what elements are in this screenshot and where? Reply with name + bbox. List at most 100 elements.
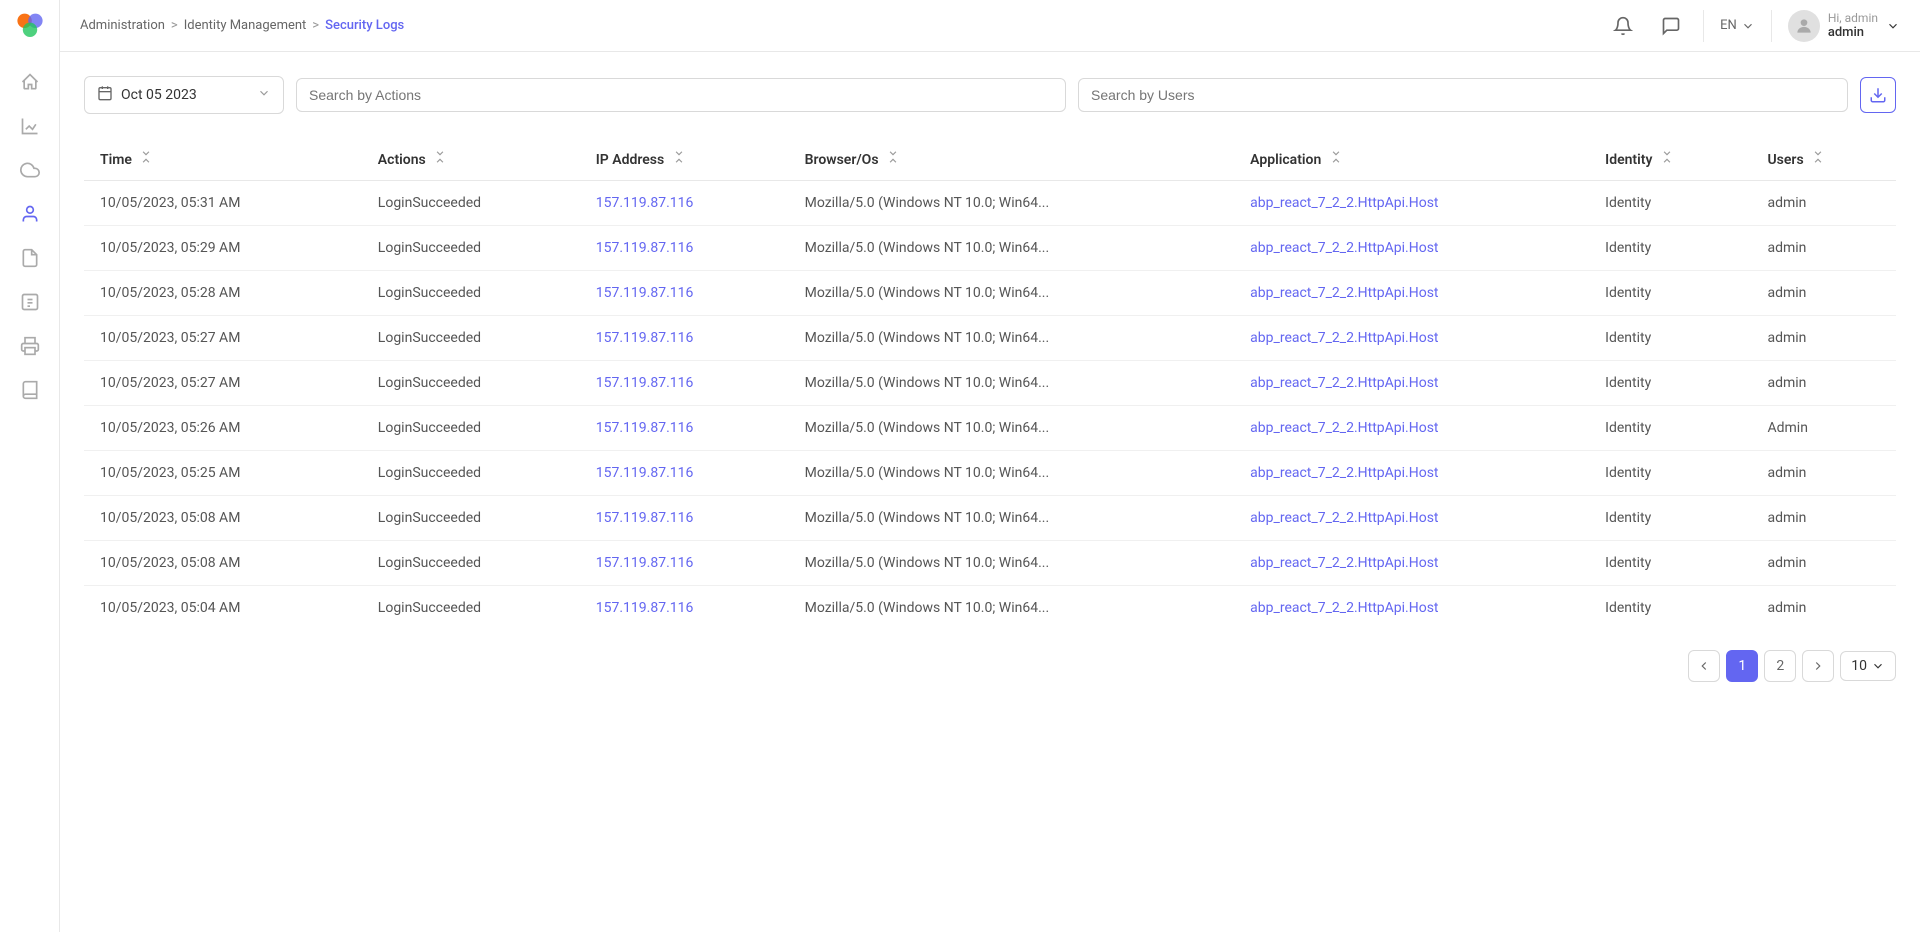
col-header-application[interactable]: Application [1234,138,1589,181]
language-selector[interactable]: EN [1703,10,1772,42]
cell-ip[interactable]: 157.119.87.116 [580,586,789,631]
col-header-identity[interactable]: Identity [1589,138,1751,181]
download-button[interactable] [1860,77,1896,113]
table-row: 10/05/2023, 05:28 AM LoginSucceeded 157.… [84,271,1896,316]
cell-ip[interactable]: 157.119.87.116 [580,451,789,496]
col-header-users[interactable]: Users [1751,138,1896,181]
cell-browser: Mozilla/5.0 (Windows NT 10.0; Win64... [789,361,1235,406]
calendar-icon [97,85,113,105]
table-row: 10/05/2023, 05:08 AM LoginSucceeded 157.… [84,496,1896,541]
date-picker[interactable]: Oct 05 2023 [84,76,284,114]
col-header-time[interactable]: Time [84,138,362,181]
col-header-browser[interactable]: Browser/Os [789,138,1235,181]
cell-application[interactable]: abp_react_7_2_2.HttpApi.Host [1234,541,1589,586]
cell-application[interactable]: abp_react_7_2_2.HttpApi.Host [1234,496,1589,541]
message-icon[interactable] [1655,10,1687,42]
cell-users: admin [1751,181,1896,226]
pagination: 1 2 10 [84,630,1896,682]
cell-application[interactable]: abp_react_7_2_2.HttpApi.Host [1234,226,1589,271]
sort-actions-icon [433,150,447,164]
breadcrumb-security-logs: Security Logs [325,18,404,33]
breadcrumb-sep-1: > [171,18,178,33]
cell-users: admin [1751,316,1896,361]
sidebar-item-book[interactable] [12,372,48,408]
cell-browser: Mozilla/5.0 (Windows NT 10.0; Win64... [789,226,1235,271]
cell-ip[interactable]: 157.119.87.116 [580,226,789,271]
cell-browser: Mozilla/5.0 (Windows NT 10.0; Win64... [789,271,1235,316]
sort-browser-icon [886,150,900,164]
pagination-page-1[interactable]: 1 [1726,650,1758,682]
cell-application[interactable]: abp_react_7_2_2.HttpApi.Host [1234,361,1589,406]
sidebar-item-printer[interactable] [12,328,48,364]
cell-actions: LoginSucceeded [362,541,580,586]
sidebar-item-analytics[interactable] [12,108,48,144]
topbar: Administration > Identity Management > S… [60,0,1920,52]
cell-ip[interactable]: 157.119.87.116 [580,181,789,226]
cell-application[interactable]: abp_react_7_2_2.HttpApi.Host [1234,406,1589,451]
sidebar [0,0,60,932]
cell-users: admin [1751,496,1896,541]
col-header-actions[interactable]: Actions [362,138,580,181]
cell-application[interactable]: abp_react_7_2_2.HttpApi.Host [1234,181,1589,226]
pagination-prev-button[interactable] [1688,650,1720,682]
pagination-next-button[interactable] [1802,650,1834,682]
breadcrumb-identity-management[interactable]: Identity Management [184,18,307,33]
cell-identity: Identity [1589,496,1751,541]
cell-identity: Identity [1589,361,1751,406]
cell-ip[interactable]: 157.119.87.116 [580,406,789,451]
user-menu[interactable]: Hi, admin admin [1788,10,1900,42]
notification-icon[interactable] [1607,10,1639,42]
cell-actions: LoginSucceeded [362,586,580,631]
cell-ip[interactable]: 157.119.87.116 [580,271,789,316]
sidebar-item-user[interactable] [12,196,48,232]
search-actions-input[interactable] [296,78,1066,112]
table-row: 10/05/2023, 05:26 AM LoginSucceeded 157.… [84,406,1896,451]
user-greeting: Hi, admin [1828,11,1878,25]
cell-application[interactable]: abp_react_7_2_2.HttpApi.Host [1234,316,1589,361]
cell-ip[interactable]: 157.119.87.116 [580,496,789,541]
cell-actions: LoginSucceeded [362,316,580,361]
cell-actions: LoginSucceeded [362,496,580,541]
pagination-page-2[interactable]: 2 [1764,650,1796,682]
cell-users: Admin [1751,406,1896,451]
cell-identity: Identity [1589,316,1751,361]
sort-time-icon [139,150,153,164]
cell-application[interactable]: abp_react_7_2_2.HttpApi.Host [1234,451,1589,496]
user-text: Hi, admin admin [1828,11,1878,40]
breadcrumb-administration[interactable]: Administration [80,18,165,33]
col-header-ip[interactable]: IP Address [580,138,789,181]
chevron-down-icon [1741,19,1755,33]
cell-ip[interactable]: 157.119.87.116 [580,361,789,406]
cell-ip[interactable]: 157.119.87.116 [580,541,789,586]
breadcrumb: Administration > Identity Management > S… [80,18,404,33]
page-size-selector[interactable]: 10 [1840,651,1896,681]
table-header: Time Actions [84,138,1896,181]
cell-users: admin [1751,361,1896,406]
sidebar-item-cloud[interactable] [12,152,48,188]
sidebar-item-document2[interactable] [12,284,48,320]
sort-application-icon [1329,150,1343,164]
cell-application[interactable]: abp_react_7_2_2.HttpApi.Host [1234,586,1589,631]
cell-actions: LoginSucceeded [362,406,580,451]
cell-actions: LoginSucceeded [362,361,580,406]
sort-identity-icon [1660,150,1674,164]
cell-ip[interactable]: 157.119.87.116 [580,316,789,361]
cell-time: 10/05/2023, 05:27 AM [84,316,362,361]
sort-ip-icon [672,150,686,164]
sidebar-item-document[interactable] [12,240,48,276]
sort-users-icon [1811,150,1825,164]
cell-browser: Mozilla/5.0 (Windows NT 10.0; Win64... [789,496,1235,541]
cell-application[interactable]: abp_react_7_2_2.HttpApi.Host [1234,271,1589,316]
cell-time: 10/05/2023, 05:08 AM [84,541,362,586]
cell-actions: LoginSucceeded [362,181,580,226]
app-logo [12,10,48,46]
search-users-input[interactable] [1078,78,1848,112]
table-row: 10/05/2023, 05:29 AM LoginSucceeded 157.… [84,226,1896,271]
table-row: 10/05/2023, 05:27 AM LoginSucceeded 157.… [84,361,1896,406]
sidebar-item-home[interactable] [12,64,48,100]
content-area: Oct 05 2023 [60,52,1920,932]
logs-table: Time Actions [84,138,1896,630]
cell-users: admin [1751,541,1896,586]
filters-row: Oct 05 2023 [84,76,1896,114]
cell-browser: Mozilla/5.0 (Windows NT 10.0; Win64... [789,181,1235,226]
